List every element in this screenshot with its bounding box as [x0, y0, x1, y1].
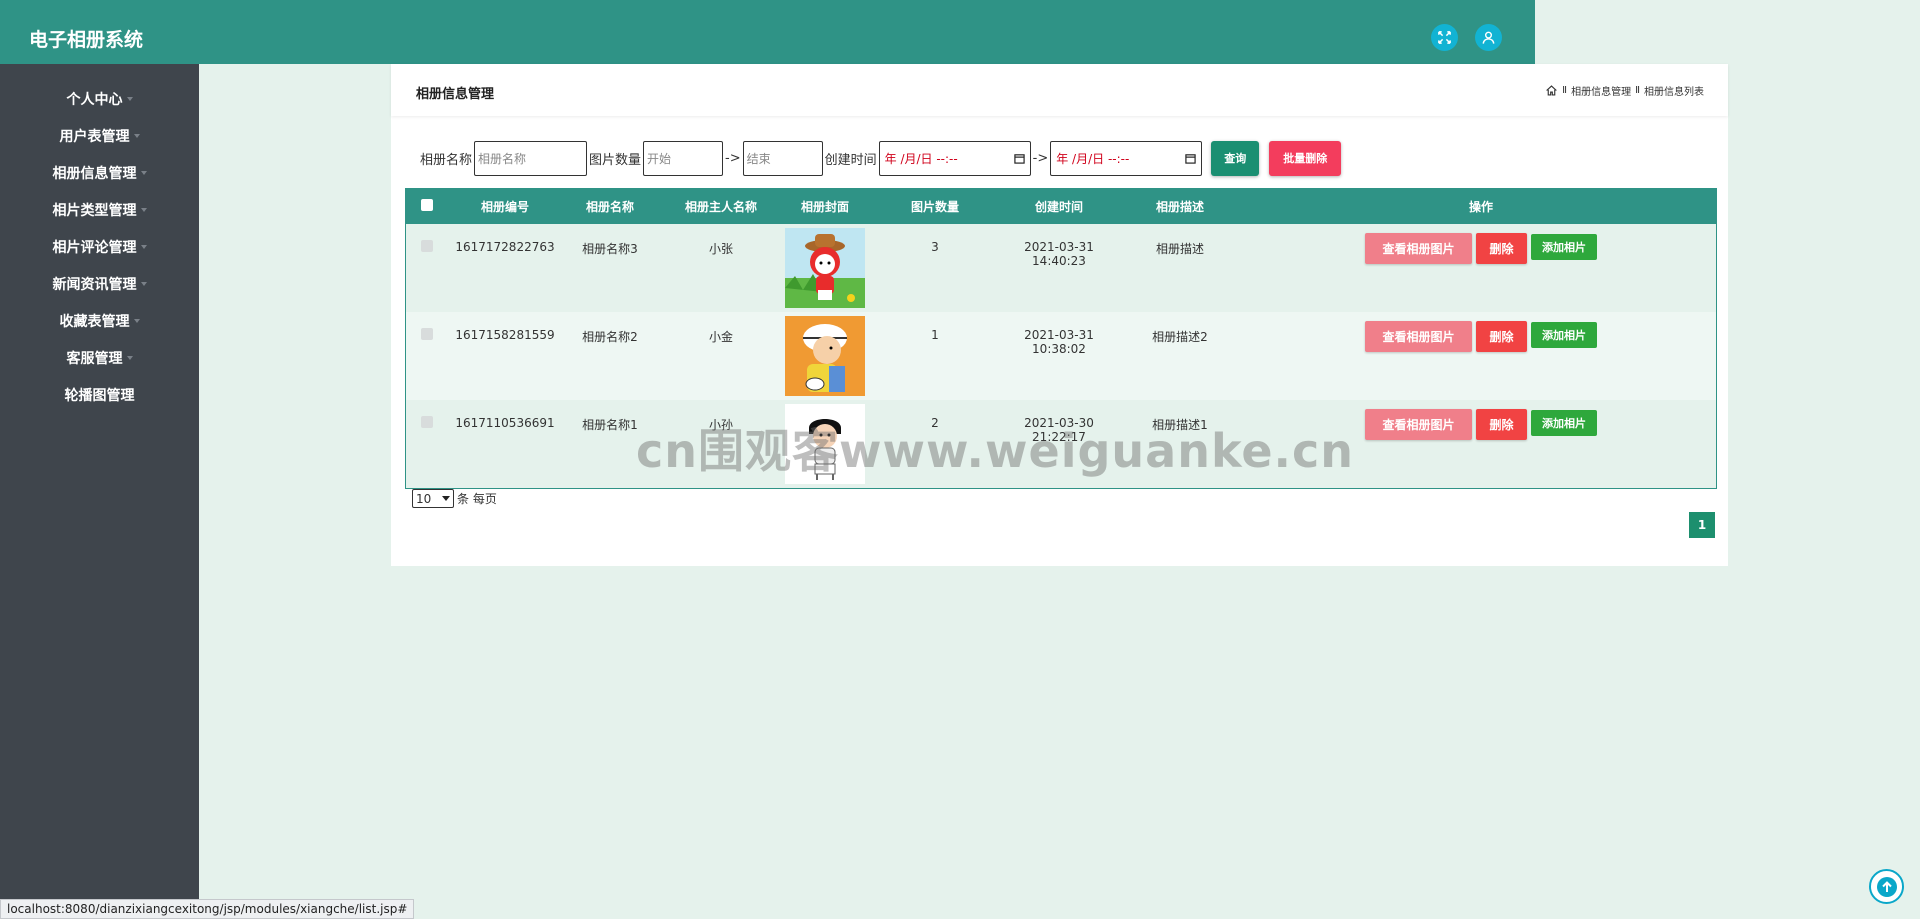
column-header: 相册封面: [800, 200, 849, 214]
calendar-icon[interactable]: [1185, 153, 1196, 164]
date-placeholder: 年 /月/日 --:--: [1056, 151, 1130, 166]
chevron-down-icon: [126, 96, 133, 101]
album-cover-image[interactable]: [785, 316, 865, 396]
column-header[interactable]: 相册编号: [448, 189, 562, 224]
chevron-down-icon: [442, 495, 450, 501]
sidebar-item-carousel[interactable]: 轮播图管理: [0, 376, 199, 413]
column-header[interactable]: 相册名称: [562, 189, 658, 224]
fullscreen-icon[interactable]: [1431, 24, 1458, 51]
current-page-button[interactable]: 1: [1689, 512, 1715, 538]
owner-cell: 小张: [708, 242, 733, 256]
add-photo-button[interactable]: 添加相片: [1531, 322, 1597, 348]
chevron-down-icon: [133, 133, 140, 138]
description-cell: 相册描述2: [1152, 330, 1208, 344]
page-title: 相册信息管理: [416, 87, 495, 102]
bulk-delete-button[interactable]: 批量删除: [1269, 140, 1342, 176]
chevron-down-icon: [140, 170, 147, 175]
album-id-cell: 1617172822763: [455, 240, 555, 254]
photo-count-end-input[interactable]: 结束: [742, 140, 823, 176]
sidebar-item-photo-comments[interactable]: 相片评论管理: [0, 228, 199, 265]
status-bar-url: localhost:8080/dianzixiangcexitong/jsp/m…: [0, 899, 415, 919]
column-header[interactable]: 图片数量: [866, 189, 1004, 224]
sidebar-item-news[interactable]: 新闻资讯管理: [0, 265, 199, 302]
chevron-down-icon: [133, 318, 140, 323]
add-photo-button[interactable]: 添加相片: [1531, 410, 1597, 436]
created-time-cell: 2021-03-31 10:38:02: [1024, 328, 1094, 356]
album-cover-image[interactable]: [785, 228, 865, 308]
album-id-cell: 1617158281559: [455, 328, 555, 342]
breadcrumb-level1[interactable]: 相册信息管理: [1571, 83, 1631, 98]
created-time-cell: 2021-03-31 14:40:23: [1024, 240, 1094, 268]
sidebar: 个人中心 用户表管理 相册信息管理 相片类型管理 相片评论管理 新闻资讯管理 收…: [0, 64, 199, 919]
photo-count-label: 图片数量: [589, 152, 642, 168]
breadcrumb-sep: Ⅱ: [1562, 85, 1568, 96]
album-name-label: 相册名称: [420, 152, 473, 168]
view-album-photos-button[interactable]: 查看相册图片: [1365, 321, 1472, 352]
created-time-label: 创建时间: [824, 152, 877, 168]
sidebar-item-favorites[interactable]: 收藏表管理: [0, 302, 199, 339]
photo-count-start-input[interactable]: 开始: [643, 140, 724, 176]
chevron-down-icon: [126, 355, 133, 360]
breadcrumb-level2: 相册信息列表: [1644, 87, 1704, 98]
range-separator: ->: [725, 150, 741, 166]
breadcrumb-sep: Ⅱ: [1635, 85, 1640, 96]
table-row: 1617172822763 相册名称3 小张 3 2021-03-31 14:4…: [406, 224, 1716, 312]
main-panel: 相册信息管理 Ⅱ 相册信息管理 Ⅱ 相册信息列表 相册名称 相册名称 图片数量 …: [391, 64, 1728, 566]
album-name-input[interactable]: 相册名称: [474, 140, 588, 176]
search-form: 相册名称 相册名称 图片数量 开始 -> 结束 创建时间 年 /月/日 --:-…: [420, 140, 1342, 176]
view-album-photos-button[interactable]: 查看相册图片: [1365, 409, 1472, 440]
sidebar-item-photo-types[interactable]: 相片类型管理: [0, 191, 199, 228]
range-separator: ->: [1032, 150, 1049, 166]
query-button[interactable]: 查询: [1211, 140, 1260, 176]
user-icon[interactable]: [1475, 24, 1502, 51]
app-title: 电子相册系统: [29, 29, 144, 51]
delete-button[interactable]: 删除: [1476, 409, 1527, 440]
page-size-select[interactable]: 10: [412, 489, 454, 508]
album-name-cell: 相册名称3: [582, 242, 638, 256]
row-checkbox[interactable]: [421, 416, 433, 428]
sidebar-item-users[interactable]: 用户表管理: [0, 117, 199, 154]
back-to-top-button[interactable]: [1869, 869, 1904, 904]
column-header[interactable]: 创建时间: [1004, 189, 1114, 224]
chevron-down-icon: [140, 281, 147, 286]
sidebar-item-personal-center[interactable]: 个人中心: [0, 80, 199, 117]
column-header: 操作: [1468, 200, 1493, 214]
column-header[interactable]: 相册描述: [1114, 189, 1246, 224]
arrow-up-icon: [1876, 876, 1897, 897]
home-icon[interactable]: [1545, 84, 1558, 97]
delete-button[interactable]: 删除: [1476, 321, 1527, 352]
row-checkbox[interactable]: [421, 328, 433, 340]
table-row: 1617158281559 相册名称2 小金 1 2021-03-31 10:3…: [406, 312, 1716, 400]
chevron-down-icon: [140, 207, 147, 212]
calendar-icon[interactable]: [1013, 153, 1025, 164]
table-header-row: 相册编号 相册名称 相册主人名称 相册封面 图片数量 创建时间 相册描述 操作: [406, 189, 1716, 224]
add-photo-button[interactable]: 添加相片: [1531, 234, 1597, 260]
date-placeholder: 年 /月/日 --:--: [884, 151, 958, 166]
page-size-suffix: 条 每页: [457, 492, 497, 506]
sidebar-item-albums[interactable]: 相册信息管理: [0, 154, 199, 191]
row-checkbox[interactable]: [421, 240, 433, 252]
delete-button[interactable]: 删除: [1476, 233, 1527, 264]
description-cell: 相册描述: [1155, 242, 1204, 256]
photo-count-cell: 1: [931, 328, 939, 342]
album-name-cell: 相册名称2: [582, 330, 638, 344]
chevron-down-icon: [140, 244, 147, 249]
photo-count-cell: 3: [931, 240, 939, 254]
breadcrumb: Ⅱ 相册信息管理 Ⅱ 相册信息列表: [1545, 83, 1704, 98]
select-all-checkbox[interactable]: [421, 199, 433, 211]
top-header: 电子相册系统: [0, 0, 1535, 64]
created-time-end-input[interactable]: 年 /月/日 --:--: [1050, 140, 1203, 176]
view-album-photos-button[interactable]: 查看相册图片: [1365, 233, 1472, 264]
page-size-control: 10 条 每页: [412, 489, 497, 508]
created-time-start-input[interactable]: 年 /月/日 --:--: [878, 140, 1031, 176]
column-header[interactable]: 相册主人名称: [658, 189, 784, 224]
watermark: cn围观客www.weiguanke.cn: [636, 424, 1355, 478]
owner-cell: 小金: [708, 330, 733, 344]
sidebar-item-customer-service[interactable]: 客服管理: [0, 339, 199, 376]
album-id-cell: 1617110536691: [455, 416, 555, 430]
panel-header: 相册信息管理 Ⅱ 相册信息管理 Ⅱ 相册信息列表: [391, 64, 1728, 116]
